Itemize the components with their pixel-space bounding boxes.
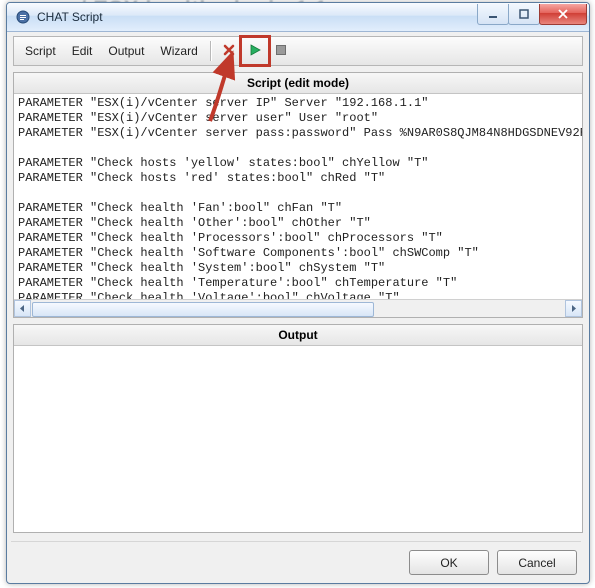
scroll-right-arrow[interactable] [565,300,582,317]
script-panel: Script (edit mode) PARAMETER "ESX(i)/vCe… [13,72,583,318]
cancel-button[interactable]: Cancel [497,550,577,575]
menu-wizard[interactable]: Wizard [152,37,205,65]
titlebar[interactable]: CHAT Script [7,3,589,32]
minimize-button[interactable] [477,4,509,25]
maximize-button[interactable] [508,4,540,25]
window-title: CHAT Script [37,10,103,24]
menu-output[interactable]: Output [100,37,152,65]
close-button[interactable] [539,4,587,25]
menu-script[interactable]: Script [17,37,64,65]
stop-icon [274,43,288,60]
app-icon [15,9,31,25]
output-panel: Output [13,324,583,533]
chat-script-window: CHAT Script Script Edit Output Wizard [6,2,590,584]
toolbar: Script Edit Output Wizard [13,36,583,66]
dialog-button-row: OK Cancel [11,541,581,575]
output-panel-title: Output [14,325,582,346]
clear-button[interactable] [217,39,241,63]
scroll-thumb[interactable] [32,302,374,317]
script-horizontal-scrollbar[interactable] [14,299,582,317]
script-editor[interactable]: PARAMETER "ESX(i)/vCenter server IP" Ser… [14,94,582,299]
menu-edit[interactable]: Edit [64,37,101,65]
scroll-left-arrow[interactable] [14,300,31,317]
output-area[interactable] [14,346,582,532]
script-panel-title: Script (edit mode) [14,73,582,94]
play-icon [248,43,262,60]
run-button[interactable] [243,39,267,63]
ok-button[interactable]: OK [409,550,489,575]
stop-button[interactable] [269,39,293,63]
toolbar-separator [210,41,212,61]
x-icon [222,43,236,60]
